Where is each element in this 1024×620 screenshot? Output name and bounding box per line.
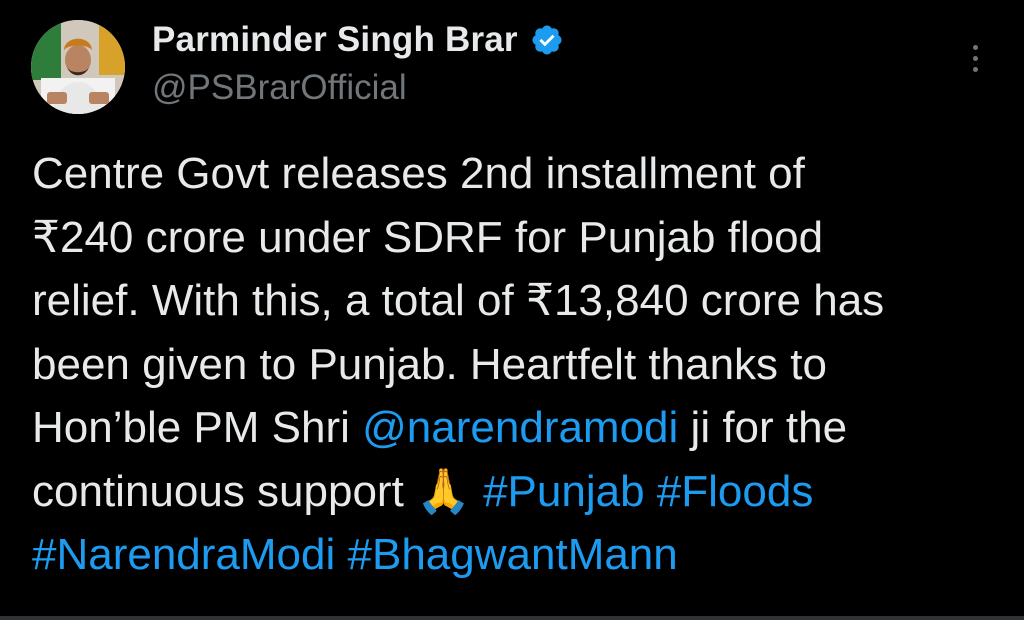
profile-photo xyxy=(31,20,125,114)
hashtag-link[interactable]: #Floods xyxy=(657,467,814,516)
tweet-text-segment xyxy=(335,530,347,579)
verified-badge-icon xyxy=(530,23,564,57)
author-avatar[interactable] xyxy=(31,20,125,114)
hashtag-link[interactable]: #NarendraModi xyxy=(32,530,335,579)
tweet-text-segment xyxy=(471,467,483,516)
tweet-text-segment xyxy=(645,467,657,516)
author-name[interactable]: Parminder Singh Brar xyxy=(152,20,518,60)
hashtag-link[interactable]: #BhagwantMann xyxy=(348,530,678,579)
tweet-text: Centre Govt releases 2nd installment of … xyxy=(32,142,1007,587)
tweet-card: Parminder Singh Brar @PSBrarOfficial Cen… xyxy=(0,0,1024,620)
author-handle[interactable]: @PSBrarOfficial xyxy=(152,68,407,108)
mention-link[interactable]: @narendramodi xyxy=(362,403,678,452)
folded-hands-emoji: 🙏 xyxy=(416,465,471,517)
author-name-row[interactable]: Parminder Singh Brar xyxy=(152,18,564,62)
divider xyxy=(0,616,1024,620)
hashtag-link[interactable]: #Punjab xyxy=(483,467,644,516)
more-options-icon[interactable] xyxy=(955,38,995,78)
